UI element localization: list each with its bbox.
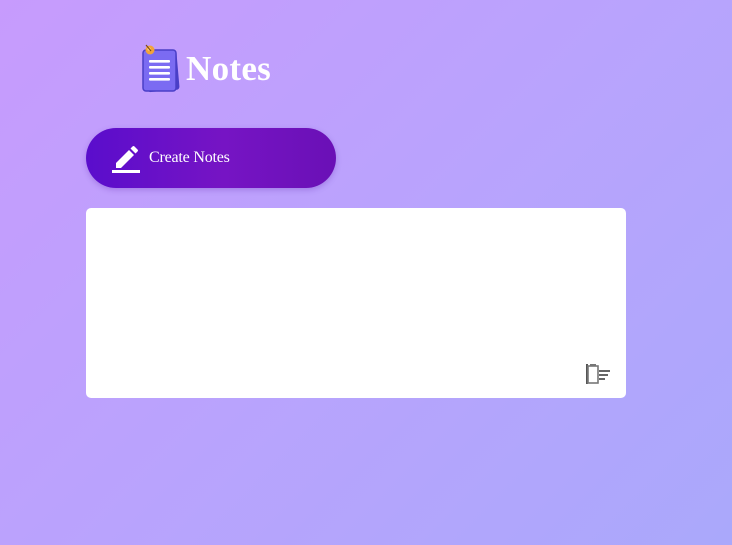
create-notes-label: Create Notes [149, 149, 230, 166]
app-header: Notes [140, 42, 271, 94]
notes-logo-icon [142, 44, 180, 93]
trash-icon [586, 364, 610, 384]
note-card [86, 208, 626, 398]
note-textarea[interactable] [102, 222, 610, 358]
delete-note-button[interactable] [584, 362, 612, 386]
create-notes-button[interactable]: Create Notes [86, 128, 336, 188]
pencil-icon [112, 146, 140, 173]
app-title: Notes [186, 48, 272, 88]
